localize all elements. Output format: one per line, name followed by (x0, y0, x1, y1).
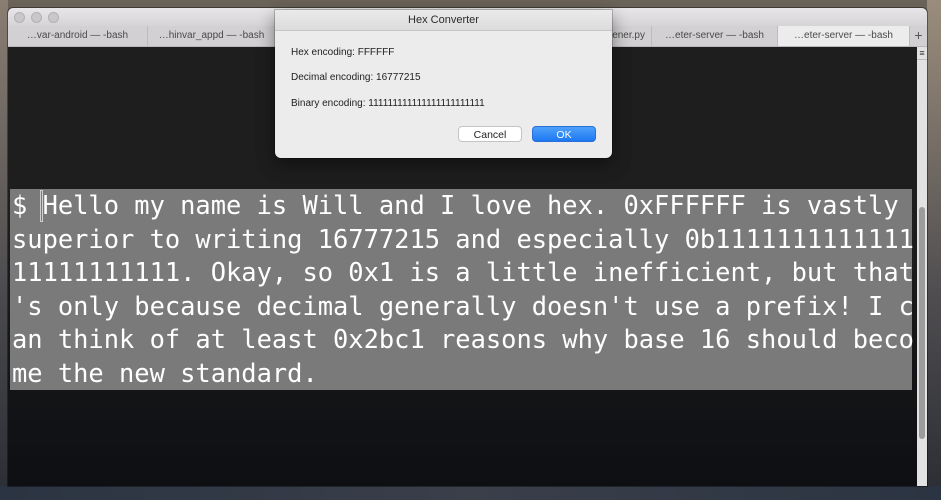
tab-hinvar-appd[interactable]: …hinvar_appd — -bash (148, 26, 276, 46)
terminal-line: me the new standard. (12, 357, 318, 388)
tab-var-android[interactable]: …var-android — -bash (8, 26, 148, 46)
terminal-line: $ Hello my name is Will and I love hex. … (12, 190, 899, 220)
decimal-encoding-text: Decimal encoding: 16777215 (291, 72, 421, 83)
terminal-line: 's only because decimal generally doesn'… (12, 290, 914, 321)
tab-eter-server-2[interactable]: …eter-server — -bash (778, 26, 910, 46)
hex-converter-dialog: Hex Converter Hex encoding: FFFFFF Decim… (275, 10, 612, 158)
desktop-background-left (0, 0, 8, 500)
binary-encoding-text: Binary encoding: 11111111111111111111111… (291, 98, 485, 109)
text-cursor (40, 190, 43, 222)
add-tab-button[interactable]: + (910, 26, 927, 46)
terminal-line: 11111111111. Okay, so 0x1 is a little in… (12, 257, 914, 288)
terminal-line: an think of at least 0x2bc1 reasons why … (12, 324, 914, 355)
scrollbar-thumb[interactable] (919, 207, 925, 439)
zoom-window-icon[interactable] (48, 12, 59, 23)
desktop-background-right (927, 0, 941, 500)
desktop-background-bottom (0, 486, 941, 500)
ok-button[interactable]: OK (532, 126, 596, 142)
minimize-window-icon[interactable] (31, 12, 42, 23)
cancel-button[interactable]: Cancel (458, 126, 522, 142)
terminal-output: $ Hello my name is Will and I love hex. … (12, 189, 914, 391)
split-pane-icon[interactable]: ≡ (917, 47, 927, 60)
close-window-icon[interactable] (14, 12, 25, 23)
dialog-title: Hex Converter (275, 10, 612, 31)
terminal-line: superior to writing 16777215 and especia… (12, 223, 914, 254)
tab-eter-server-1[interactable]: …eter-server — -bash (652, 26, 778, 46)
hex-encoding-text: Hex encoding: FFFFFF (291, 47, 395, 58)
